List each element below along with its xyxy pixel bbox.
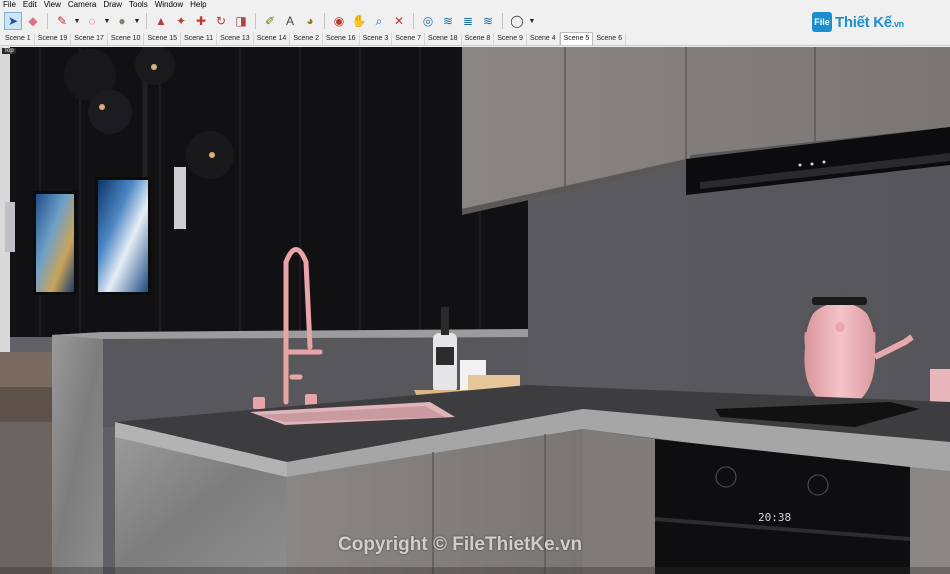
- menu-view[interactable]: View: [44, 0, 61, 10]
- art-painting-1: [36, 194, 74, 292]
- zoom-icon[interactable]: ⌕: [370, 12, 388, 30]
- zoom-extents-icon[interactable]: ✕: [390, 12, 408, 30]
- oven-clock-display: 20:38: [758, 511, 792, 524]
- scene-tab[interactable]: Scene 17: [71, 33, 108, 45]
- paint-bucket-icon[interactable]: ◕: [301, 12, 319, 30]
- extension-manager-icon[interactable]: ≋: [479, 12, 497, 30]
- layout-icon[interactable]: ≣: [459, 12, 477, 30]
- menu-draw[interactable]: Draw: [103, 0, 122, 10]
- push-pull-icon[interactable]: ▲: [152, 12, 170, 30]
- logo-mark: File: [812, 12, 832, 32]
- toolbar-separator: [413, 13, 414, 29]
- pan-hand-icon[interactable]: ✋: [350, 12, 368, 30]
- toolbar-separator: [47, 13, 48, 29]
- art-painting-2: [98, 180, 148, 292]
- account-profile-icon[interactable]: ◯: [508, 12, 526, 30]
- main-toolbar: ➤ ◆ ✎ ▼ ◌ ▼ ● ▼ ▲ ✦ ✚ ↻ ◨ ✐ A ◕ ◉ ✋ ⌕ ✕ ◎ ≋ ≣ ≋ ◯ ▼: [0, 10, 950, 32]
- scene-tab[interactable]: Scene 6: [593, 33, 626, 45]
- scene-tab[interactable]: Scene 5: [559, 32, 594, 45]
- scene-tab[interactable]: Scene 16: [323, 33, 360, 45]
- select-arrow-icon[interactable]: ➤: [4, 12, 22, 30]
- tape-measure-icon[interactable]: ✐: [261, 12, 279, 30]
- chevron-down-icon[interactable]: ▼: [528, 12, 536, 30]
- copyright-watermark: Copyright © FileThietKe.vn: [338, 534, 583, 555]
- orbit-icon[interactable]: ◉: [330, 12, 348, 30]
- menu-window[interactable]: Window: [155, 0, 183, 10]
- scene-tabs: Scene 1 Scene 19 Scene 17 Scene 10 Scene 15 S…: [0, 32, 950, 46]
- chevron-down-icon[interactable]: ▼: [73, 12, 81, 30]
- menu-edit[interactable]: Edit: [23, 0, 37, 10]
- viewport-label: Top: [2, 48, 16, 54]
- scene-tab[interactable]: Scene 14: [254, 33, 291, 45]
- scene-tab[interactable]: Scene 11: [181, 33, 218, 45]
- extension-warehouse-icon[interactable]: ≋: [439, 12, 457, 30]
- dimension-text-icon[interactable]: A: [281, 12, 299, 30]
- menu-bar: File Edit View Camera Draw Tools Window Help: [0, 0, 950, 10]
- wall-sconce-left: [5, 202, 15, 252]
- follow-me-icon[interactable]: ✦: [172, 12, 190, 30]
- toolbar-separator: [502, 13, 503, 29]
- scene-tab[interactable]: Scene 4: [527, 33, 560, 45]
- chevron-down-icon[interactable]: ▼: [133, 12, 141, 30]
- warehouse-icon[interactable]: ◎: [419, 12, 437, 30]
- logo-suffix: .vn: [891, 18, 904, 29]
- menu-camera[interactable]: Camera: [68, 0, 96, 10]
- scene-tab[interactable]: Scene 10: [108, 33, 145, 45]
- sketchup-window: File Edit View Camera Draw Tools Window Help ➤ ◆…: [0, 0, 950, 574]
- scene-tab[interactable]: Scene 19: [35, 33, 72, 45]
- eraser-icon[interactable]: ◆: [24, 12, 42, 30]
- toolbar-separator: [146, 13, 147, 29]
- rotate-icon[interactable]: ↻: [212, 12, 230, 30]
- pencil-line-icon[interactable]: ✎: [53, 12, 71, 30]
- toolbar-separator: [324, 13, 325, 29]
- kitchen-render: [0, 47, 950, 574]
- partition-wall: [52, 332, 103, 574]
- menu-tools[interactable]: Tools: [129, 0, 148, 10]
- scene-tab[interactable]: Scene 15: [144, 33, 182, 45]
- scene-tab[interactable]: Scene 18: [425, 33, 462, 45]
- scale-icon[interactable]: ◨: [232, 12, 250, 30]
- scene-tab[interactable]: Scene 2: [290, 33, 323, 45]
- logo-name: Thiết Kế: [835, 13, 892, 31]
- scene-tab[interactable]: Scene 9: [494, 33, 527, 45]
- scene-tab[interactable]: Scene 13: [217, 33, 254, 45]
- scene-tab[interactable]: Scene 8: [462, 33, 495, 45]
- scene-tab[interactable]: Scene 3: [360, 33, 393, 45]
- freehand-icon[interactable]: ◌: [83, 12, 101, 30]
- scene-tab[interactable]: Scene 7: [392, 33, 425, 45]
- 3d-viewport[interactable]: Top 20:38 Copyright © FileThietKe.vn: [0, 47, 950, 574]
- circle-shape-icon[interactable]: ●: [113, 12, 131, 30]
- wall-sconce-right: [174, 167, 186, 229]
- menu-file[interactable]: File: [3, 0, 16, 10]
- move-icon[interactable]: ✚: [192, 12, 210, 30]
- toolbar-separator: [255, 13, 256, 29]
- menu-help[interactable]: Help: [190, 0, 206, 10]
- scene-tab[interactable]: Scene 1: [2, 33, 35, 45]
- chevron-down-icon[interactable]: ▼: [103, 12, 111, 30]
- filethietke-logo: File Thiết Kế.vn: [812, 12, 904, 32]
- logo-text: Thiết Kế.vn: [835, 14, 904, 31]
